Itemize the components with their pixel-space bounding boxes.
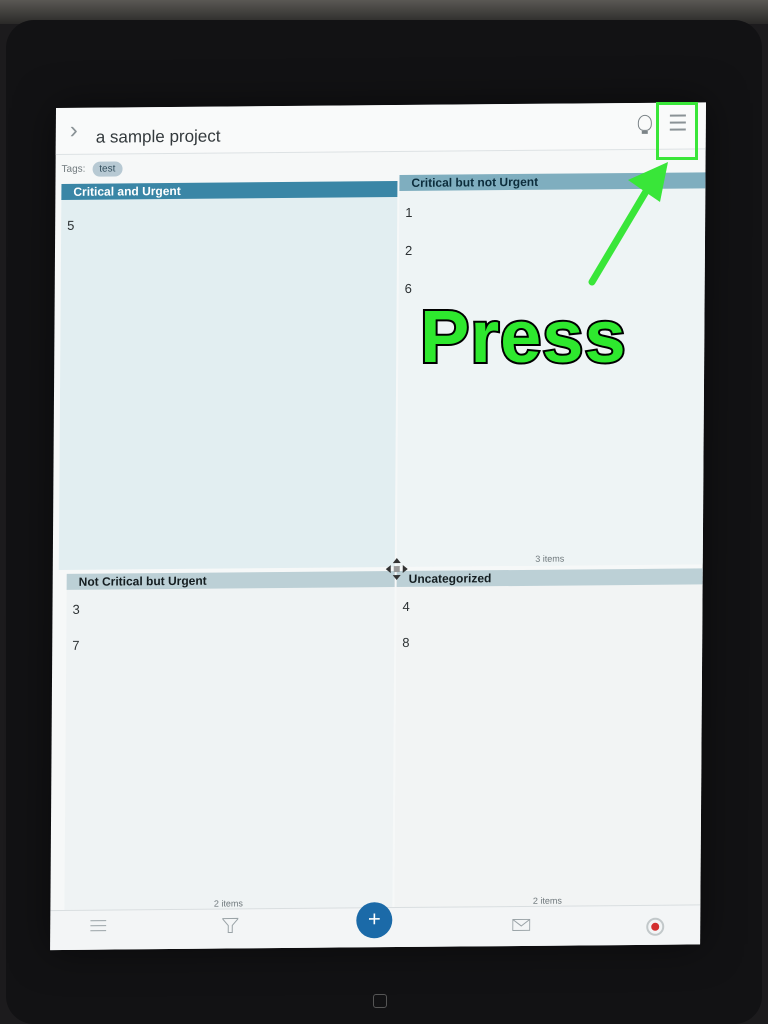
- move-icon[interactable]: [385, 558, 408, 581]
- chevron-right-icon[interactable]: ›: [70, 117, 78, 144]
- home-button[interactable]: [373, 994, 387, 1008]
- record-icon[interactable]: [646, 917, 665, 936]
- lightbulb-icon[interactable]: [637, 114, 652, 131]
- quadrant-header: Not Critical but Urgent: [66, 571, 395, 590]
- annotation-label: Press: [418, 293, 628, 380]
- task-item[interactable]: 2: [405, 243, 412, 258]
- task-item[interactable]: 5: [67, 218, 74, 233]
- tag-chip[interactable]: test: [92, 161, 123, 177]
- title-bar: › a sample project: [55, 102, 706, 156]
- tags-label: Tags:: [61, 163, 86, 175]
- task-item[interactable]: 4: [402, 599, 409, 614]
- mail-icon[interactable]: [512, 918, 531, 932]
- quadrant-header: Uncategorized: [396, 568, 703, 588]
- task-item[interactable]: 6: [405, 281, 412, 296]
- task-item[interactable]: 1: [405, 205, 412, 220]
- task-item[interactable]: 8: [402, 635, 409, 650]
- bottom-toolbar: +: [50, 902, 701, 951]
- item-count: 3 items: [535, 553, 565, 564]
- task-item[interactable]: 3: [72, 602, 79, 617]
- task-item[interactable]: 7: [72, 638, 79, 653]
- tags-row: Tags: test: [62, 161, 123, 177]
- quadrant-uncategorized[interactable]: Uncategorized 4 8 2 items: [394, 568, 703, 908]
- project-title: a sample project: [95, 126, 221, 147]
- filter-icon[interactable]: [222, 917, 239, 934]
- list-icon[interactable]: [90, 919, 107, 933]
- annotation-arrow-icon: [588, 162, 668, 286]
- add-button[interactable]: +: [356, 902, 393, 939]
- quadrant-not-critical-urgent[interactable]: Not Critical but Urgent 3 7 2 items: [64, 571, 395, 910]
- quadrant-header: Critical and Urgent: [61, 181, 398, 200]
- quadrant-critical-urgent[interactable]: Critical and Urgent 5: [58, 181, 398, 570]
